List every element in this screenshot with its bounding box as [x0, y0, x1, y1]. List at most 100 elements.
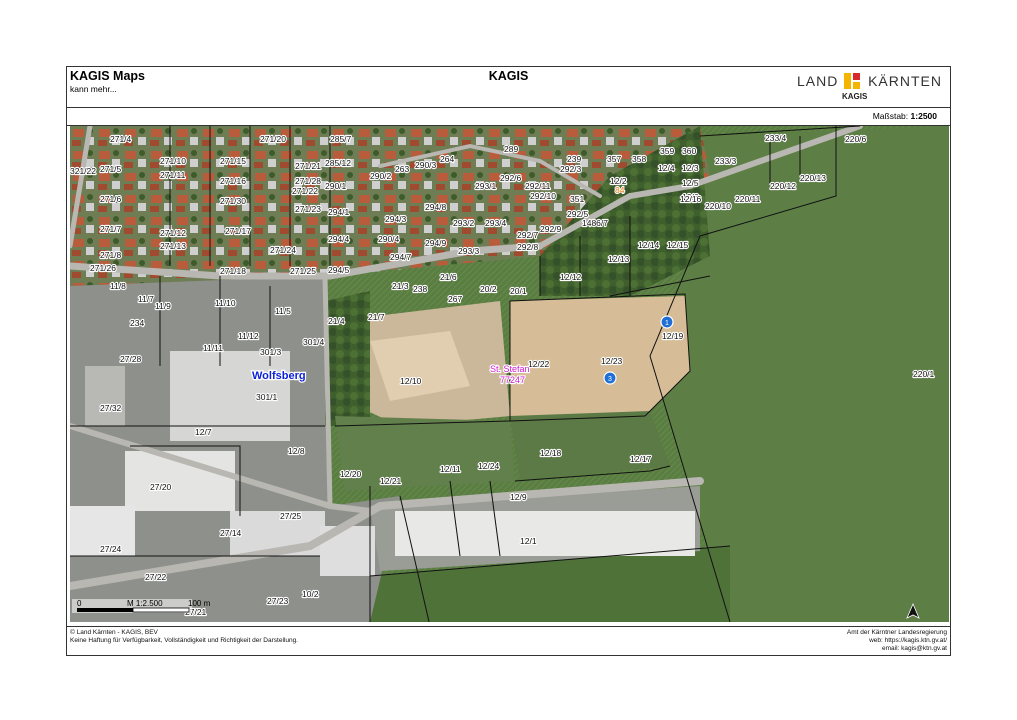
footer-left: © Land Kärnten - KAGIS, BEV Keine Haftun… — [70, 629, 298, 645]
parcel-label: 271/17 — [225, 226, 251, 236]
parcel-label: 359 — [660, 146, 674, 156]
poi-code-label: 77247 — [500, 375, 525, 385]
parcel-label: 294/7 — [390, 252, 412, 262]
web-link[interactable]: web: https://kagis.ktn.gv.at/ — [847, 637, 947, 645]
map-marker-1[interactable]: 1 — [660, 315, 674, 329]
parcel-label: 27/22 — [145, 572, 167, 582]
parcel-label: 12/22 — [528, 359, 550, 369]
parcel-label: 294/4 — [328, 234, 350, 244]
parcel-label: 293/2 — [453, 218, 475, 228]
parcel-label: 292/8 — [517, 242, 539, 252]
parcel-label: 12/21 — [380, 476, 402, 486]
parcel-label: 12/17 — [630, 454, 652, 464]
parcel-label: 290/1 — [325, 181, 347, 191]
parcel-label: 27/23 — [267, 596, 289, 606]
parcel-label: 294/8 — [425, 202, 447, 212]
parcel-label: 11/9 — [155, 301, 171, 311]
parcel-label: 27/32 — [100, 403, 122, 413]
parcel-label: 267 — [448, 294, 462, 304]
logo-mark-icon — [844, 73, 860, 89]
parcel-label: 271/11 — [160, 170, 186, 180]
parcel-label: 358 — [632, 154, 646, 164]
parcel-label: 1486/7 — [582, 218, 608, 228]
parcel-label: 20/2 — [480, 284, 497, 294]
map-marker-3[interactable]: 3 — [603, 371, 617, 385]
parcel-label: 271/6 — [100, 194, 122, 204]
parcel-label: 11/5 — [275, 306, 291, 316]
parcel-label: 12/24 — [478, 461, 500, 471]
parcel-label: 271/22 — [292, 186, 318, 196]
parcel-label: 12/23 — [601, 356, 623, 366]
parcel-label: 220/11 — [735, 194, 761, 204]
parcel-label: 271/13 — [160, 241, 186, 251]
footer-right: Amt der Kärntner Landesregierung web: ht… — [847, 629, 947, 653]
parcel-label: 12/12 — [560, 272, 582, 282]
parcel-label: 294/1 — [328, 207, 350, 217]
authority-text: Amt der Kärntner Landesregierung — [846, 629, 947, 636]
parcel-label: 271/8 — [100, 250, 122, 260]
email-link[interactable]: email: kagis@ktn.gv.at — [847, 645, 947, 653]
parcel-label: 12/7 — [195, 427, 212, 437]
scalebar-zero: 0 — [77, 599, 82, 608]
parcel-label: 263 — [395, 164, 409, 174]
logo-kaernten-text: KÄRNTEN — [868, 73, 942, 89]
parcel-label: 234 — [130, 318, 144, 328]
parcel-label: 27/14 — [220, 528, 242, 538]
parcel-label: 220/13 — [800, 173, 826, 183]
parcel-label: 321/22 — [70, 166, 96, 176]
parcel-label: 360 — [682, 146, 696, 156]
parcel-label: 357 — [607, 154, 621, 164]
parcel-label: 12/9 — [510, 492, 527, 502]
parcel-label: 10/2 — [302, 589, 319, 599]
parcel-label: 292/3 — [560, 164, 582, 174]
parcel-label: 12/18 — [540, 448, 562, 458]
print-sheet: KAGIS Maps kann mehr... KAGIS LAND KÄRNT… — [66, 66, 951, 656]
poi-name-label: St. Stefan — [490, 364, 530, 374]
scale-row: Maßstab: 1:2500 — [67, 107, 950, 126]
parcel-label: 271/24 — [270, 245, 296, 255]
parcel-label: 11/11 — [203, 343, 223, 353]
parcel-label: 239 — [567, 154, 581, 164]
parcel-label: 271/10 — [160, 156, 186, 166]
parcel-label: 27/20 — [150, 482, 172, 492]
parcel-label: 292/7 — [517, 230, 539, 240]
parcel-label: 271/25 — [290, 266, 316, 276]
parcel-label: 11/7 — [138, 294, 154, 304]
parcel-label: 293/1 — [475, 181, 497, 191]
parcel-label: 21/7 — [368, 312, 385, 322]
parcel-label: 271/23 — [295, 204, 321, 214]
map-view[interactable]: 271/4 271/20 285/7 289 239 357 358 359 360 233/4 2… — [70, 126, 949, 622]
parcel-label: 12/15 — [667, 240, 689, 250]
parcel-label: 271/18 — [220, 266, 246, 276]
parcel-label: 220/1 — [913, 369, 935, 379]
parcel-label: 292/6 — [500, 173, 522, 183]
parcel-label: 290/4 — [378, 234, 400, 244]
parcel-label: 27/24 — [100, 544, 122, 554]
scale-indicator: Maßstab: 1:2500 — [873, 111, 937, 121]
parcel-label: 11/8 — [110, 281, 126, 291]
map-scalebar: 0 M 1:2.500 100 m — [72, 599, 211, 613]
parcel-label: 12/3 — [682, 163, 699, 173]
orange-parcel-label: 84 — [615, 185, 625, 195]
parcel-label: 21/3 — [392, 281, 409, 291]
parcel-label: 220/10 — [705, 201, 731, 211]
app-subtitle: kann mehr... — [70, 84, 117, 94]
parcel-label: 294/5 — [328, 265, 350, 275]
scale-value: 1:2500 — [910, 111, 937, 121]
parcel-label: 264 — [440, 154, 454, 164]
parcel-label: 21/4 — [328, 316, 345, 326]
parcel-label: 11/10 — [215, 298, 236, 308]
parcel-label: 271/15 — [220, 156, 246, 166]
parcel-label: 27/28 — [120, 354, 142, 364]
parcel-label: 12/11 — [440, 464, 461, 474]
parcel-label: 294/3 — [385, 214, 407, 224]
parcel-label: 27/25 — [280, 511, 302, 521]
land-kaernten-logo: LAND KÄRNTEN KAGIS — [797, 70, 942, 104]
aerial-map[interactable]: 271/4 271/20 285/7 289 239 357 358 359 360 233/4 2… — [70, 126, 949, 622]
logo-land-text: LAND — [797, 73, 839, 89]
parcel-label: 301/3 — [260, 347, 282, 357]
marker-3-label: 3 — [608, 376, 612, 383]
parcel-label: 271/7 — [100, 224, 122, 234]
logo-kagis-text: KAGIS — [842, 92, 868, 101]
marker-1-label: 1 — [665, 320, 669, 327]
